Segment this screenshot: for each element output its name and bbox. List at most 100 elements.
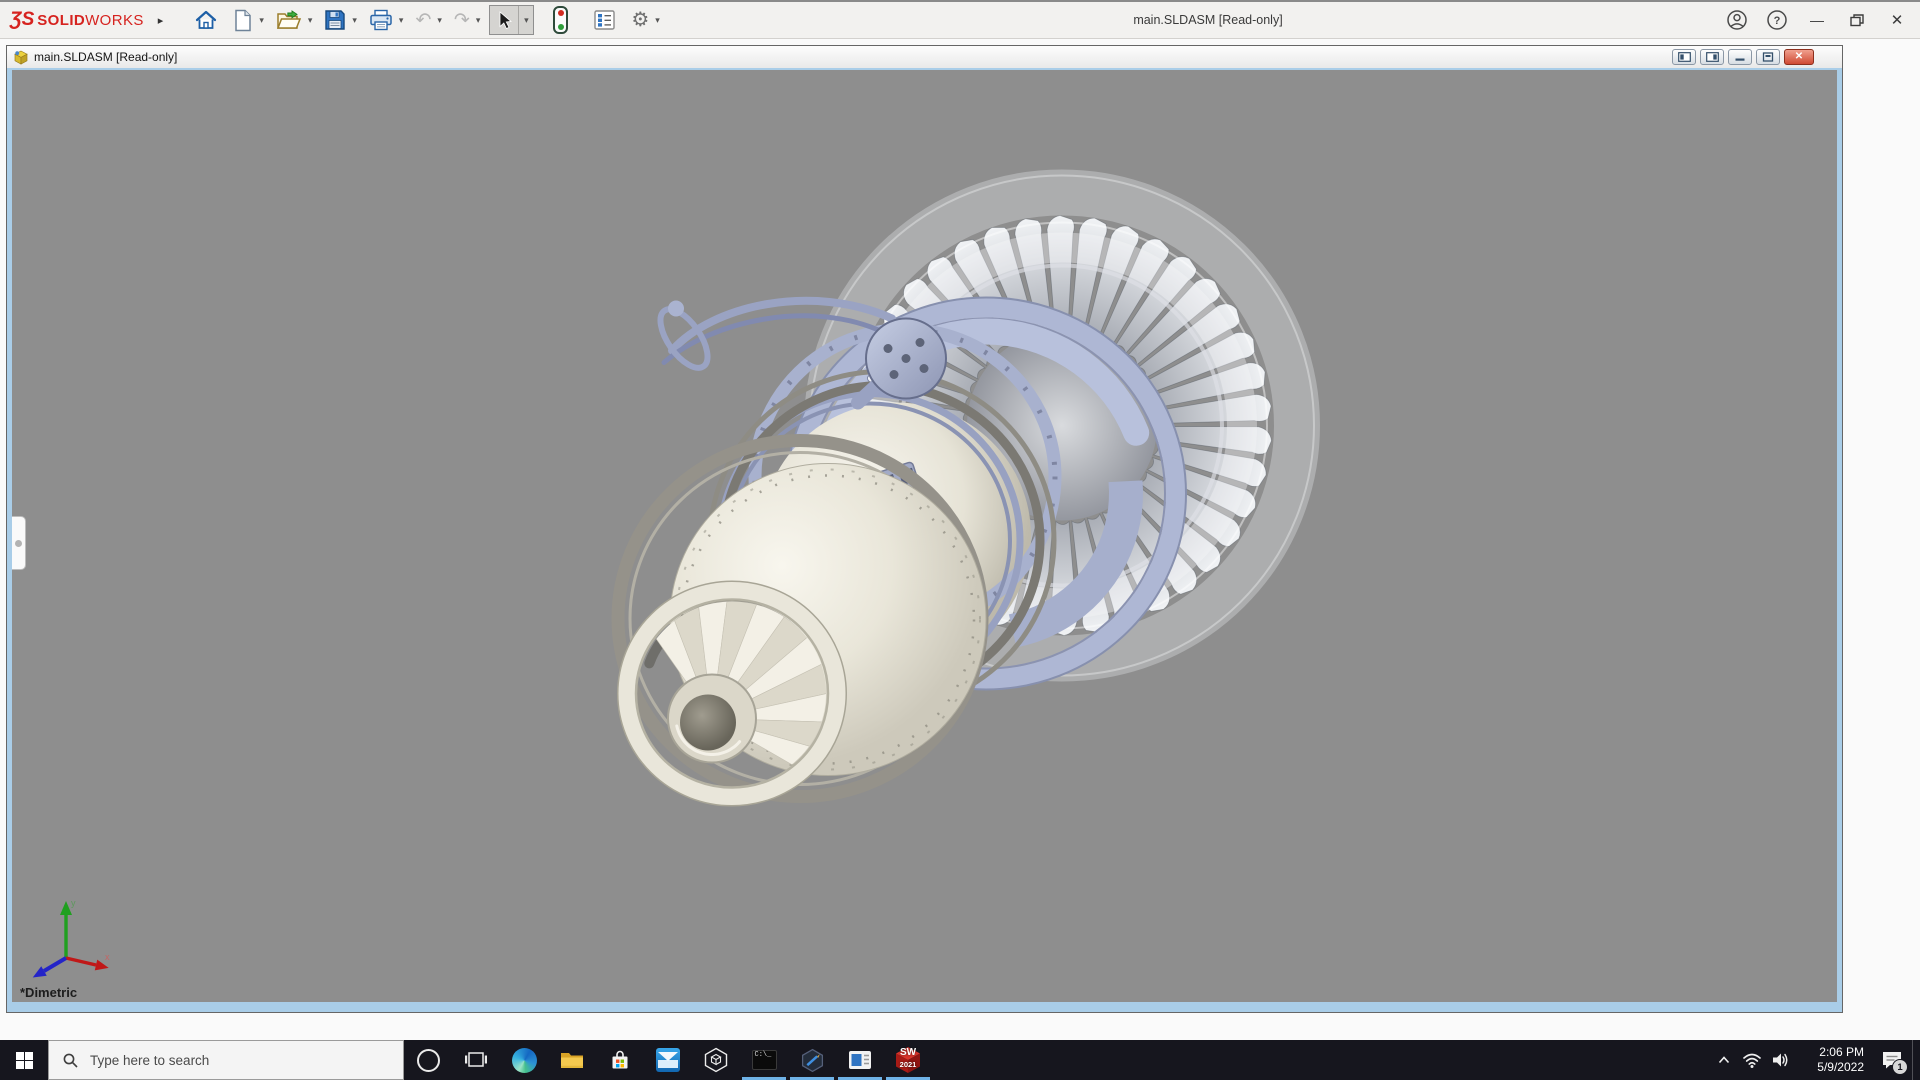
restore-button[interactable]	[1842, 5, 1872, 35]
mail-icon	[656, 1048, 680, 1072]
document-title: main.SLDASM [Read-only]	[34, 50, 178, 64]
save-button[interactable]	[321, 5, 349, 35]
taskbar-item-solidworks[interactable]: SW 2021	[884, 1040, 932, 1080]
volume-button[interactable]	[1766, 1040, 1794, 1080]
app-title-bar: ƷS SOLID WORKS ▸ ▾ ▾ ▾ ▾ ↶ ▾ ↷ ▾ ▾ ⚙ ▾ m…	[0, 0, 1920, 39]
taskbar-item-command-prompt[interactable]: C:\_	[740, 1040, 788, 1080]
properties-list-icon	[594, 10, 616, 30]
network-button[interactable]	[1738, 1040, 1766, 1080]
selection-filter-button[interactable]	[544, 5, 577, 35]
home-icon	[196, 10, 217, 29]
left-pane-icon	[1677, 52, 1691, 62]
select-tool-dropdown[interactable]: ▾	[519, 6, 533, 34]
speaker-icon	[1773, 1053, 1788, 1067]
clock-time: 2:06 PM	[1819, 1045, 1864, 1059]
undo-dropdown[interactable]: ▾	[437, 15, 442, 26]
traffic-light-icon	[553, 6, 569, 34]
redo-button[interactable]: ↷	[451, 5, 473, 35]
tray-expand-button[interactable]	[1710, 1040, 1738, 1080]
taskbar-search-input[interactable]: Type here to search	[48, 1040, 404, 1080]
viewport-canvas[interactable]: y x *Dimetric	[12, 70, 1837, 1002]
minimize-icon: —	[1810, 12, 1824, 28]
new-document-button[interactable]	[230, 5, 256, 35]
print-button[interactable]	[366, 5, 396, 35]
document-close-button[interactable]: ✕	[1784, 49, 1814, 65]
search-icon	[63, 1053, 78, 1068]
select-tool-group: ▾	[489, 5, 535, 35]
redo-dropdown[interactable]: ▾	[476, 15, 481, 26]
undo-icon: ↶	[415, 9, 432, 31]
solidworks-screen: ƷS SOLID WORKS ▸ ▾ ▾ ▾ ▾ ↶ ▾ ↷ ▾ ▾ ⚙ ▾ m…	[0, 0, 1920, 1080]
new-document-dropdown[interactable]: ▾	[259, 15, 264, 26]
menu-expand-arrow-icon[interactable]: ▸	[158, 14, 164, 27]
app-window-icon	[849, 1051, 871, 1069]
settings-dropdown[interactable]: ▾	[655, 15, 660, 26]
minimize-button[interactable]: —	[1802, 5, 1832, 35]
home-button[interactable]	[191, 5, 221, 35]
taskbar-clock[interactable]: 2:06 PM 5/9/2022	[1798, 1045, 1864, 1075]
search-placeholder: Type here to search	[90, 1052, 210, 1068]
app-window-controls: ? — ✕	[1722, 2, 1912, 38]
quick-access-toolbar: ▾ ▾ ▾ ▾ ↶ ▾ ↷ ▾ ▾ ⚙ ▾	[191, 5, 669, 35]
feature-manager-tab-dot-icon	[15, 539, 22, 547]
hexagon-app-icon	[801, 1048, 823, 1072]
axis-y-label: y	[71, 898, 76, 908]
assembly-document-icon	[14, 50, 28, 65]
notification-badge: 1	[1892, 1059, 1908, 1075]
print-dropdown[interactable]: ▾	[399, 15, 404, 26]
taskbar-item-cortana[interactable]	[404, 1040, 452, 1080]
settings-button[interactable]: ⚙	[628, 5, 652, 35]
document-window-controls: ✕	[1672, 49, 1814, 65]
taskbar-item-store[interactable]	[596, 1040, 644, 1080]
right-pane-toggle-button[interactable]	[1700, 49, 1724, 65]
save-dropdown[interactable]: ▾	[352, 15, 357, 26]
show-desktop-button[interactable]	[1912, 1040, 1920, 1080]
select-tool-button[interactable]	[490, 6, 520, 34]
right-pane-icon	[1705, 52, 1719, 62]
edge-icon	[511, 1047, 537, 1073]
print-icon	[370, 9, 392, 31]
taskbar-item-3d-viewer[interactable]	[692, 1040, 740, 1080]
taskbar-item-file-explorer[interactable]	[548, 1040, 596, 1080]
app-window-title: main.SLDASM [Read-only]	[1133, 13, 1283, 27]
3d-viewer-icon	[704, 1047, 728, 1073]
taskbar-item-mail[interactable]	[644, 1040, 692, 1080]
document-close-icon: ✕	[1794, 51, 1804, 62]
microsoft-store-icon	[612, 1050, 628, 1069]
taskbar-item-task-view[interactable]	[452, 1040, 500, 1080]
action-center-button[interactable]: 1	[1872, 1040, 1912, 1080]
document-minimize-icon	[1735, 58, 1745, 61]
account-button[interactable]	[1722, 5, 1752, 35]
options-list-button[interactable]	[591, 5, 618, 35]
close-button[interactable]: ✕	[1882, 5, 1912, 35]
document-minimize-button[interactable]	[1728, 49, 1752, 65]
document-restore-icon	[1762, 52, 1774, 62]
start-button[interactable]	[0, 1040, 48, 1080]
taskbar-item-hexagon-app[interactable]	[788, 1040, 836, 1080]
document-title-bar[interactable]: main.SLDASM [Read-only] ✕	[7, 46, 1842, 68]
help-button[interactable]: ?	[1762, 5, 1792, 35]
open-button[interactable]	[273, 5, 305, 35]
open-folder-icon	[276, 10, 301, 29]
save-icon	[325, 10, 346, 30]
windows-taskbar: Type here to search C:\_ SW 2021 2:06 PM…	[0, 1040, 1920, 1080]
select-cursor-icon	[499, 10, 513, 29]
taskbar-item-edge[interactable]	[500, 1040, 548, 1080]
svg-text:?: ?	[1774, 15, 1781, 27]
viewport-frame: y x *Dimetric	[7, 68, 1842, 1012]
orientation-triad: y x	[32, 898, 110, 978]
taskbar-item-app-window[interactable]	[836, 1040, 884, 1080]
engine-nozzle	[611, 434, 989, 807]
cortana-icon	[416, 1048, 440, 1072]
view-orientation-label: *Dimetric	[20, 985, 78, 1000]
solidworks-logo-mark: ƷS	[10, 9, 35, 30]
left-pane-toggle-button[interactable]	[1672, 49, 1696, 65]
restore-icon	[1850, 13, 1864, 26]
user-account-icon	[1727, 10, 1747, 30]
feature-manager-collapsed-tab[interactable]	[12, 516, 26, 570]
task-view-icon	[465, 1052, 487, 1067]
chevron-up-icon	[1718, 1056, 1730, 1064]
undo-button[interactable]: ↶	[412, 5, 434, 35]
open-dropdown[interactable]: ▾	[308, 15, 313, 26]
document-restore-button[interactable]	[1756, 49, 1780, 65]
